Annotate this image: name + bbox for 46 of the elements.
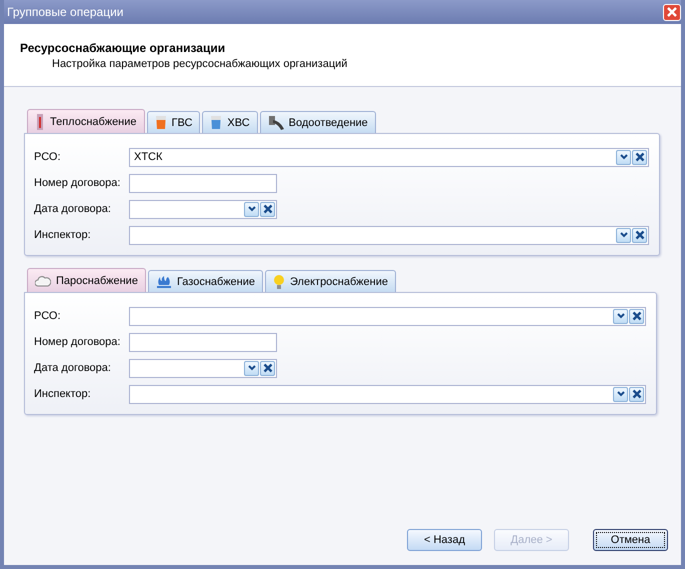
input-field[interactable] xyxy=(129,174,277,192)
field-label: Номер договора: xyxy=(34,177,122,189)
date-field[interactable] xyxy=(129,358,277,378)
clear-icon[interactable] xyxy=(260,360,275,376)
dropdown-icon[interactable] xyxy=(616,150,631,164)
clear-icon[interactable] xyxy=(629,386,644,402)
tab[interactable]: Газоснабжение xyxy=(148,270,264,292)
cloud-icon xyxy=(35,274,51,286)
field-label: Дата договора: xyxy=(34,362,112,374)
dropdown-icon[interactable] xyxy=(244,360,259,376)
dropdown-icon[interactable] xyxy=(616,228,631,242)
clear-icon[interactable] xyxy=(260,202,275,216)
pipe-icon xyxy=(268,114,284,130)
field-label: Дата договора: xyxy=(34,203,112,215)
close-button[interactable] xyxy=(663,4,681,20)
page-title: Ресурсоснабжающие организации xyxy=(20,41,226,55)
flame-icon xyxy=(156,274,172,288)
dialog-button[interactable]: < Назад xyxy=(407,529,482,551)
field-label: РСО: xyxy=(34,310,62,322)
tab[interactable]: ХВС xyxy=(202,111,258,133)
field-label: Инспектор: xyxy=(34,229,92,241)
page-subtitle: Настройка параметров ресурсоснабжающих организаций xyxy=(51,58,348,70)
dropdown-icon[interactable] xyxy=(613,386,628,402)
clear-icon[interactable] xyxy=(629,308,644,324)
field-label: Инспектор: xyxy=(34,388,92,400)
dropdown-icon[interactable] xyxy=(613,308,628,324)
field-label: РСО: xyxy=(34,151,62,163)
date-field[interactable] xyxy=(129,200,277,218)
cup-icon xyxy=(210,115,222,130)
window-title: Групповые операции xyxy=(6,5,124,19)
dialog-button[interactable]: Отмена xyxy=(593,529,668,551)
light-bulb-icon xyxy=(273,274,286,290)
field-label: Номер договора: xyxy=(34,336,122,348)
tab[interactable]: Пароснабжение xyxy=(27,268,146,292)
tab[interactable]: Теплоснабжение xyxy=(27,109,145,133)
cup-icon xyxy=(154,115,167,130)
combo-box[interactable]: ХТСК xyxy=(129,148,649,166)
clear-icon[interactable] xyxy=(632,150,647,164)
dropdown-icon[interactable] xyxy=(244,202,259,216)
thermometer-icon xyxy=(35,114,45,130)
input-field[interactable] xyxy=(129,332,277,352)
clear-icon[interactable] xyxy=(632,228,647,242)
tab[interactable]: ГВС xyxy=(146,111,200,133)
tab[interactable]: Водоотведение xyxy=(260,111,376,133)
close-icon xyxy=(666,6,678,18)
tab[interactable]: Электроснабжение xyxy=(265,270,396,292)
